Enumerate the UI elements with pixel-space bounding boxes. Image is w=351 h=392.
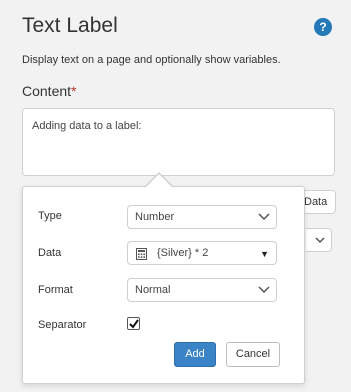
data-expression-field[interactable]: {Silver} * 2 ▼	[127, 241, 277, 265]
data-label: Data	[38, 247, 62, 259]
type-select[interactable]: Number	[127, 205, 277, 229]
caret-down-icon[interactable]: ▼	[260, 243, 269, 265]
background-select[interactable]	[306, 228, 332, 252]
content-label: Content*	[22, 83, 77, 99]
calculator-icon	[136, 248, 147, 260]
panel-title: Text Label	[22, 14, 118, 37]
panel-description: Display text on a page and optionally sh…	[22, 54, 281, 66]
chevron-down-icon	[258, 286, 270, 294]
help-icon[interactable]: ?	[314, 18, 332, 36]
add-button[interactable]: Add	[174, 342, 216, 367]
checkmark-icon	[129, 319, 139, 329]
format-label: Format	[38, 284, 73, 296]
cancel-button[interactable]: Cancel	[226, 342, 280, 367]
format-select[interactable]: Normal	[127, 278, 277, 302]
type-label: Type	[38, 210, 62, 222]
separator-checkbox[interactable]	[127, 317, 140, 330]
content-label-text: Content	[22, 83, 72, 99]
content-textarea[interactable]: Adding data to a label:	[22, 108, 335, 176]
popover-arrow-inner	[145, 174, 173, 188]
type-select-value: Number	[135, 211, 175, 223]
chevron-down-icon	[258, 213, 270, 221]
required-marker: *	[71, 83, 77, 99]
chevron-down-icon	[315, 237, 325, 244]
data-expression-value: {Silver} * 2	[157, 247, 209, 259]
format-select-value: Normal	[135, 284, 171, 296]
separator-label: Separator	[38, 319, 87, 331]
